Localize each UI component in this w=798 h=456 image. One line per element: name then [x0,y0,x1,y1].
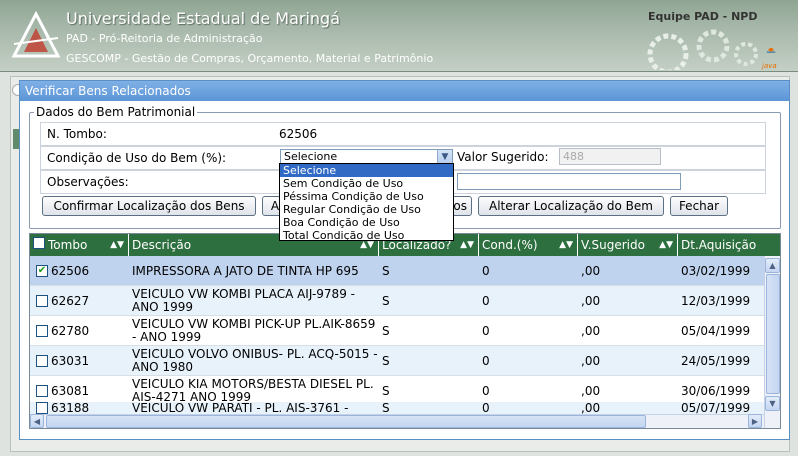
col-dtaquisicao[interactable]: Dt.Aquisição [678,234,764,256]
observacoes-input[interactable] [457,173,681,190]
cell-descricao: VEICULO VW KOMBI PICK-UP PL.AIK-8659 - A… [132,317,376,344]
cell-vsugerido: ,00 [581,353,601,368]
col-vsugerido[interactable]: V.Sugerido ▲▼ [578,234,678,256]
cell-localizado: S [382,323,390,338]
dropdown-option-boa[interactable]: Boa Condição de Uso [280,216,453,229]
cell-tombo: 63081 [51,383,90,398]
cell-cond: 0 [482,263,490,278]
scroll-up-icon[interactable]: ▲ [765,258,780,273]
header-filler [764,234,780,256]
col-tombo[interactable]: Tombo ▲▼ [30,234,129,256]
fechar-button[interactable]: Fechar [670,196,728,216]
condicao-label: Condição de Uso do Bem (%): [47,151,227,165]
dropdown-option-selecione[interactable]: Selecione [280,164,453,177]
col-descricao-label: Descrição [132,238,192,252]
row-checkbox[interactable] [36,402,48,414]
sort-icon[interactable]: ▲▼ [659,234,673,256]
horizontal-scrollbar[interactable]: ◀ ▶ [30,414,764,428]
condicao-dropdown-list: Selecione Sem Condição de Uso Péssima Co… [279,163,454,242]
cell-vsugerido: ,00 [581,293,601,308]
cell-descricao: VEICULO VOLVO ONIBUS- PL. ACQ-5015 - ANO… [132,347,378,374]
tombo-label: N. Tombo: [47,127,107,141]
col-cond[interactable]: Cond.(%) ▲▼ [479,234,578,256]
team-label: Equipe PAD - NPD [648,10,758,23]
cell-tombo: 63031 [51,353,90,368]
sort-icon[interactable]: ▲▼ [110,234,124,256]
cell-vsugerido: ,00 [581,263,601,278]
row-checkbox[interactable] [36,325,48,337]
system-line: GESCOMP - Gestão de Compras, Orçamento, … [66,52,434,65]
app-header: Universidade Estadual de Maringá PAD - P… [0,0,798,72]
confirmar-localizacao-button[interactable]: Confirmar Localização dos Bens [42,196,256,216]
col-vsugerido-label: V.Sugerido [581,238,645,252]
cell-descricao: VEICULO VW KOMBI PLACA AIJ-9789 - ANO 19… [132,287,355,314]
department-line: PAD - Pró-Reitoria de Administração [66,32,263,45]
cell-tombo: 62506 [51,263,90,278]
alterar-localizacao-bem-button[interactable]: Alterar Localização do Bem [478,196,664,216]
cell-cond: 0 [482,353,490,368]
dropdown-option-total[interactable]: Total Condição de Uso [280,229,453,242]
condicao-selected-value: Selecione [284,150,338,163]
sort-icon[interactable]: ▲▼ [559,234,573,256]
cell-cond: 0 [482,323,490,338]
university-logo-icon [11,10,61,58]
horizontal-scroll-thumb[interactable] [46,415,646,428]
row-checkbox[interactable] [36,295,48,307]
dialog-title: Verificar Bens Relacionados [20,81,789,101]
cell-dt: 05/04/1999 [681,323,751,338]
table-row[interactable]: 62627 VEICULO VW KOMBI PLACA AIJ-9789 - … [30,286,764,316]
row-checkbox[interactable]: ✔ [36,265,48,277]
java-label: java [762,62,777,70]
valor-sugerido-label: Valor Sugerido: [457,150,549,164]
valor-sugerido-input: 488 [559,148,661,165]
sort-icon[interactable]: ▲▼ [460,234,474,256]
scroll-right-icon[interactable]: ▶ [748,414,762,428]
col-tombo-label: Tombo [48,238,88,252]
cell-tombo: 62627 [51,293,90,308]
cell-localizado: S [382,293,390,308]
cell-localizado: S [382,353,390,368]
cell-tombo: 62780 [51,323,90,338]
col-cond-label: Cond.(%) [482,238,538,252]
dropdown-option-pessima[interactable]: Péssima Condição de Uso [280,190,453,203]
scroll-left-icon[interactable]: ◀ [30,414,44,428]
university-title: Universidade Estadual de Maringá [66,9,340,28]
select-all-checkbox[interactable] [33,237,45,249]
dropdown-option-regular[interactable]: Regular Condição de Uso [280,203,453,216]
bens-grid: Tombo ▲▼ Descrição ▲▼ Localizado? ▲▼ Cond.(… [29,233,781,429]
gears-icon [647,29,758,70]
observacoes-label: Observações: [47,175,129,189]
row-checkbox[interactable] [36,355,48,367]
table-row[interactable]: ✔ 62506 IMPRESSORA A JATO DE TINTA HP 695… [30,256,764,286]
cell-localizado: S [382,263,390,278]
cell-cond: 0 [482,293,490,308]
scroll-down-icon[interactable]: ▼ [765,396,780,411]
chevron-down-icon[interactable]: ▼ [437,150,452,164]
table-row[interactable]: 62780 VEICULO VW KOMBI PICK-UP PL.AIK-86… [30,316,764,346]
cell-vsugerido: ,00 [581,323,601,338]
table-row[interactable]: 63031 VEICULO VOLVO ONIBUS- PL. ACQ-5015… [30,346,764,376]
tombo-row: N. Tombo: 62506 [40,122,766,146]
cell-dt: 12/03/1999 [681,293,751,308]
fieldset-legend: Dados do Bem Patrimonial [36,105,196,119]
cell-descricao: IMPRESSORA A JATO DE TINTA HP 695 [132,263,359,278]
dropdown-option-sem[interactable]: Sem Condição de Uso [280,177,453,190]
col-dtaquisicao-label: Dt.Aquisição [681,238,757,252]
cell-dt: 24/05/1999 [681,353,751,368]
vertical-scrollbar[interactable]: ▲ ▼ [764,256,780,428]
java-icon: java [762,40,780,70]
vertical-scroll-thumb[interactable] [766,274,780,394]
row-checkbox[interactable] [36,385,48,397]
cell-dt: 03/02/1999 [681,263,751,278]
tombo-value: 62506 [279,127,318,141]
